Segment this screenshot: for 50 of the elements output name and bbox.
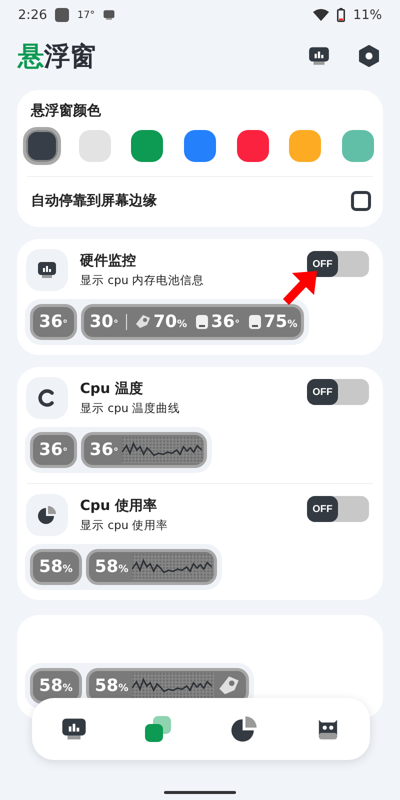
app-title: 悬浮窗 xyxy=(18,40,96,74)
pie-chart-icon xyxy=(37,505,57,525)
battery-icon xyxy=(195,314,210,330)
main-value: 36° xyxy=(90,440,118,460)
overlapping-squares-icon[interactable] xyxy=(144,715,172,743)
pie-chart-icon[interactable] xyxy=(230,715,258,743)
color-swatch[interactable] xyxy=(342,130,374,162)
battery-icon xyxy=(337,8,346,22)
badge-value: 58% xyxy=(39,676,73,696)
badge-value: 58% xyxy=(39,557,73,577)
wifi-icon xyxy=(313,9,330,21)
main-value: 58% xyxy=(94,557,128,577)
notification-icon xyxy=(55,8,70,22)
gesture-bar xyxy=(164,791,236,794)
monitor-icon[interactable] xyxy=(60,716,87,742)
badge-value: 36° xyxy=(39,312,68,332)
feature-description: 显示 cpu 内存电池信息 xyxy=(80,273,206,288)
checkbox[interactable] xyxy=(351,191,371,211)
color-swatch[interactable] xyxy=(289,130,322,162)
toggle-switch[interactable]: OFF xyxy=(307,496,369,522)
stat-value: 36° xyxy=(211,312,240,332)
color-swatch[interactable] xyxy=(78,130,111,162)
settings-icon[interactable] xyxy=(356,43,382,69)
toggle-switch[interactable]: OFF xyxy=(307,379,369,405)
stat-value: 70% xyxy=(153,312,188,332)
section-title: 悬浮窗颜色 xyxy=(30,102,102,120)
feature-title: Cpu 温度 xyxy=(80,380,144,398)
color-swatch[interactable] xyxy=(26,130,58,162)
tag-icon xyxy=(218,675,240,697)
badge-value: 36° xyxy=(39,440,68,460)
main-value: 30° xyxy=(90,312,118,332)
monitor-icon xyxy=(37,260,57,280)
main-value: 58% xyxy=(94,676,128,696)
tag-icon xyxy=(135,314,152,330)
feature-description: 显示 cpu 使用率 xyxy=(80,518,170,533)
color-swatch[interactable] xyxy=(184,130,216,162)
auto-dock-label: 自动停靠到屏幕边缘 xyxy=(31,192,157,210)
toggle-switch[interactable]: OFF xyxy=(307,251,369,277)
color-swatch[interactable] xyxy=(131,130,164,162)
color-swatch[interactable] xyxy=(236,130,269,162)
feature-title: Cpu 使用率 xyxy=(80,497,158,515)
arc-icon xyxy=(37,388,57,408)
battery-level: 11% xyxy=(353,8,382,22)
monitor-icon xyxy=(102,9,115,21)
stat-value: 75% xyxy=(264,312,298,332)
battery-icon xyxy=(248,314,262,330)
temperature: 17° xyxy=(77,10,95,20)
feature-title: 硬件监控 xyxy=(80,252,137,270)
feature-description: 显示 cpu 温度曲线 xyxy=(80,401,182,416)
clock: 2:26 xyxy=(18,8,48,22)
